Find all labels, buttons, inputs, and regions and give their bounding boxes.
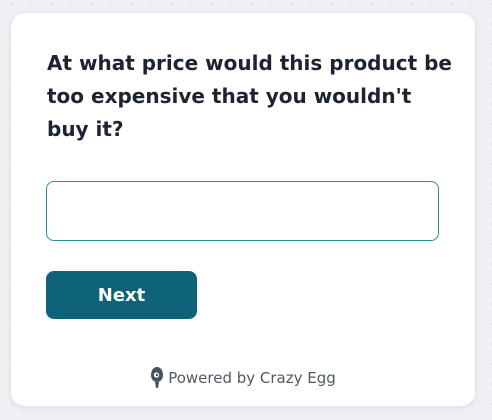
next-button[interactable]: Next xyxy=(46,271,197,319)
survey-question: At what price would this product be too … xyxy=(47,51,452,141)
answer-input[interactable] xyxy=(46,181,439,241)
crazy-egg-logo-icon xyxy=(150,366,164,390)
powered-by-link[interactable]: Powered by Crazy Egg xyxy=(11,366,475,390)
survey-card: At what price would this product be too … xyxy=(11,13,475,406)
powered-by-text: Powered by Crazy Egg xyxy=(168,369,336,387)
